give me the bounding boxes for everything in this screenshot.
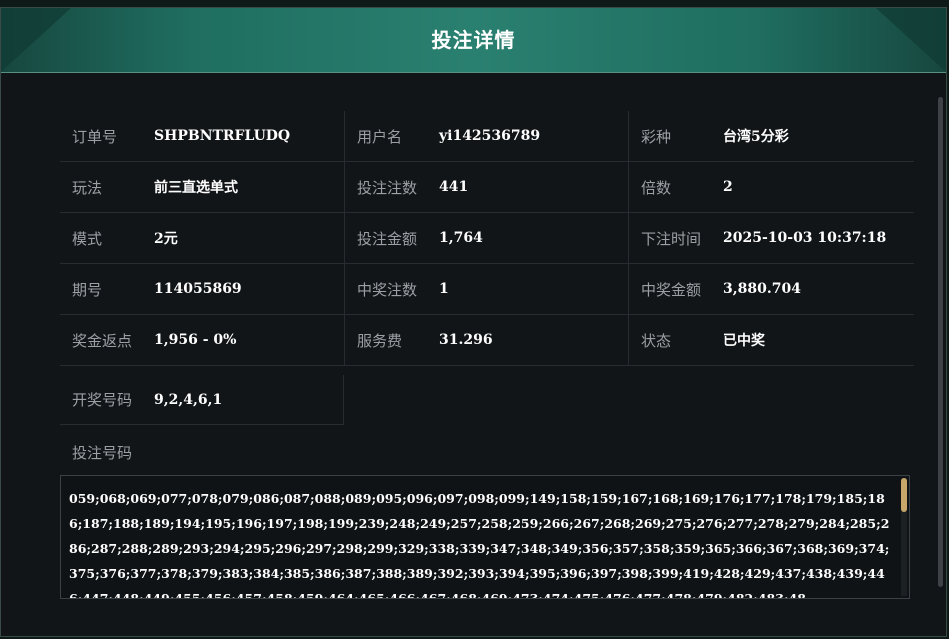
order-number-label: 订单号 xyxy=(72,127,118,146)
order-number-value: SHPBNTRFLUDQ xyxy=(154,128,291,144)
detail-row: 期号 114055869 中奖注数 1 中奖金额 3,880.704 xyxy=(60,264,914,315)
mode-cell: 模式 2元 xyxy=(60,213,344,263)
lottery-type-label: 彩种 xyxy=(641,127,672,146)
bet-numbers-scrollbar-thumb[interactable] xyxy=(901,478,907,512)
mode-label: 模式 xyxy=(72,229,103,248)
play-method-cell: 玩法 前三直选单式 xyxy=(60,162,344,212)
win-count-value: 1 xyxy=(439,281,449,297)
bet-numbers-label: 投注号码 xyxy=(72,444,133,462)
multiplier-value: 2 xyxy=(723,179,733,195)
username-label: 用户名 xyxy=(357,127,403,146)
bet-numbers-text: 059;068;069;077;078;079;086;087;088;089;… xyxy=(69,491,890,599)
lottery-type-value: 台湾5分彩 xyxy=(723,129,789,145)
detail-row: 玩法 前三直选单式 投注注数 441 倍数 2 xyxy=(60,162,914,213)
multiplier-label: 倍数 xyxy=(641,178,672,197)
bet-time-cell: 下注时间 2025-10-03 10:37:18 xyxy=(629,213,913,263)
username-value: yi142536789 xyxy=(439,128,541,144)
bet-time-label: 下注时间 xyxy=(641,229,702,248)
period-number-value: 114055869 xyxy=(154,281,242,297)
win-count-cell: 中奖注数 1 xyxy=(344,264,629,314)
detail-row: 奖金返点 1,956 - 0% 服务费 31.296 状态 已中奖 xyxy=(60,315,914,366)
lottery-type-cell: 彩种 台湾5分彩 xyxy=(629,111,913,161)
win-amount-label: 中奖金额 xyxy=(641,280,702,299)
service-fee-cell: 服务费 31.296 xyxy=(344,315,629,365)
win-count-label: 中奖注数 xyxy=(357,280,418,299)
modal-scrollbar[interactable] xyxy=(938,97,943,587)
order-number-cell: 订单号 SHPBNTRFLUDQ xyxy=(60,111,344,161)
service-fee-label: 服务费 xyxy=(357,331,403,350)
draw-number-value: 9,2,4,6,1 xyxy=(154,391,223,408)
mode-value: 2元 xyxy=(154,231,178,247)
period-number-label: 期号 xyxy=(72,280,103,299)
bet-count-label: 投注注数 xyxy=(357,178,418,197)
bet-count-cell: 投注注数 441 xyxy=(344,162,629,212)
detail-grid: 订单号 SHPBNTRFLUDQ 用户名 yi142536789 彩种 台湾5分彩玩法 前三… xyxy=(60,111,914,366)
bet-amount-cell: 投注金额 1,764 xyxy=(344,213,629,263)
modal-title: 投注详情 xyxy=(431,28,516,52)
play-method-label: 玩法 xyxy=(72,178,103,197)
bet-amount-label: 投注金额 xyxy=(357,229,418,248)
bet-count-value: 441 xyxy=(439,179,469,195)
win-amount-cell: 中奖金额 3,880.704 xyxy=(629,264,913,314)
prize-rebate-cell: 奖金返点 1,956 - 0% xyxy=(60,315,344,365)
detail-row: 订单号 SHPBNTRFLUDQ 用户名 yi142536789 彩种 台湾5分彩 xyxy=(60,111,914,162)
draw-number-row: 开奖号码 9,2,4,6,1 xyxy=(60,375,344,425)
detail-row: 模式 2元 投注金额 1,764 下注时间 2025-10-03 10:37:18 xyxy=(60,213,914,264)
prize-rebate-label: 奖金返点 xyxy=(72,331,133,350)
play-method-value: 前三直选单式 xyxy=(154,180,238,196)
modal-header: 投注详情 xyxy=(1,8,946,73)
prize-rebate-value: 1,956 - 0% xyxy=(154,332,237,348)
draw-number-label: 开奖号码 xyxy=(72,391,133,409)
status-value: 已中奖 xyxy=(723,333,765,349)
status-label: 状态 xyxy=(641,331,672,350)
win-amount-value: 3,880.704 xyxy=(723,281,801,297)
bet-numbers-box[interactable]: 059;068;069;077;078;079;086;087;088;089;… xyxy=(60,475,910,599)
service-fee-value: 31.296 xyxy=(439,332,493,348)
period-number-cell: 期号 114055869 xyxy=(60,264,344,314)
bet-amount-value: 1,764 xyxy=(439,230,483,246)
username-cell: 用户名 yi142536789 xyxy=(344,111,629,161)
multiplier-cell: 倍数 2 xyxy=(629,162,913,212)
status-cell: 状态 已中奖 xyxy=(629,315,913,365)
bet-time-value: 2025-10-03 10:37:18 xyxy=(723,230,887,246)
